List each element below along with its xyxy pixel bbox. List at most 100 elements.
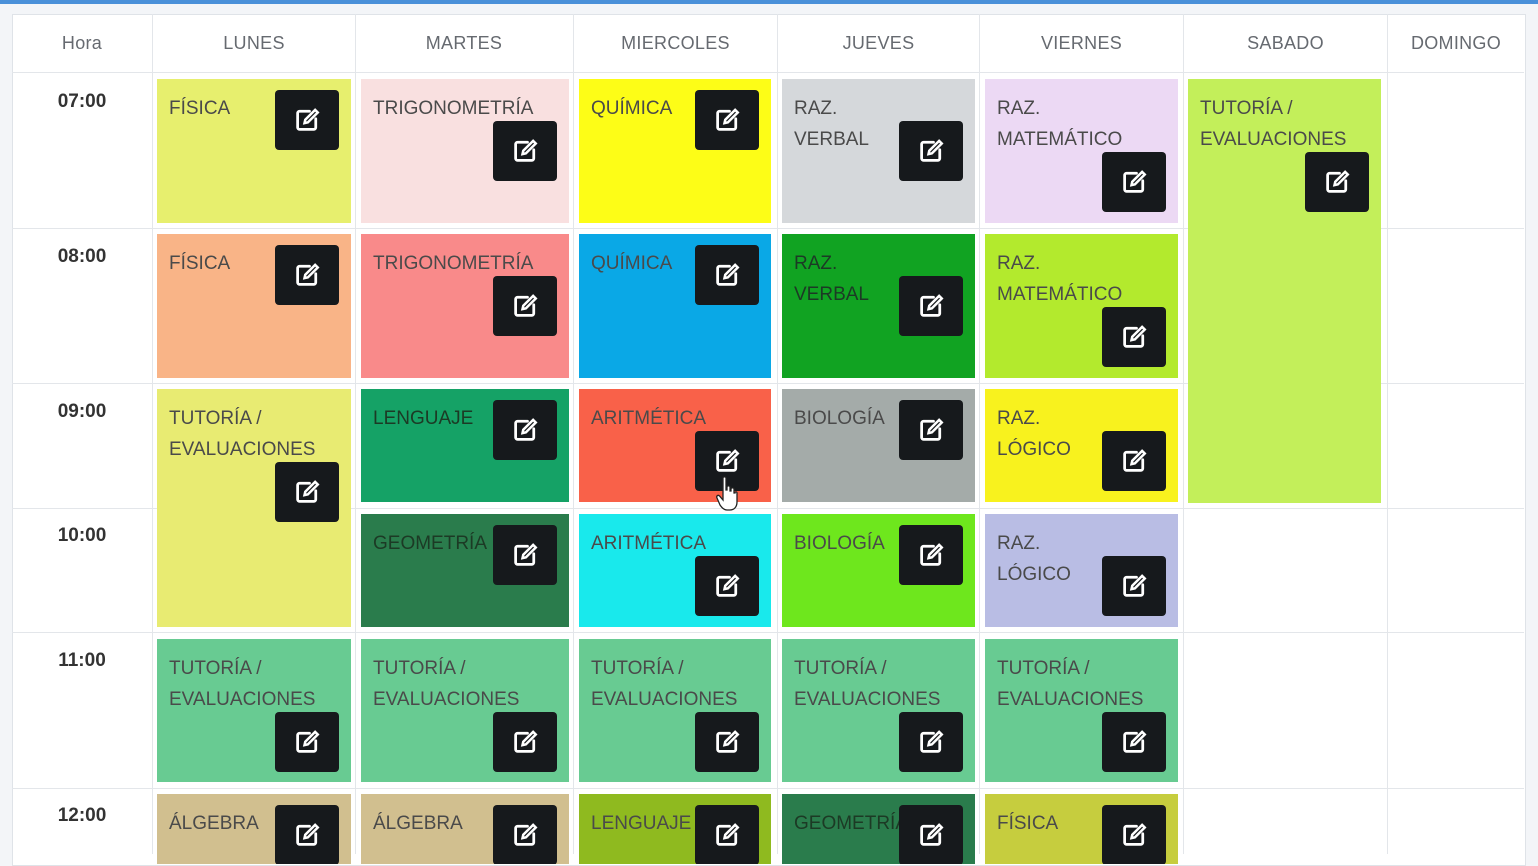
hour-label-0900: 09:00 [57, 401, 107, 422]
class-cell-miercoles-0700: QUÍMICA [579, 79, 771, 223]
edit-button[interactable] [1305, 152, 1369, 212]
subject-label: RAZ. LÓGICO [997, 533, 1071, 585]
edit-button[interactable] [275, 90, 339, 150]
hour-label-0700: 07:00 [57, 91, 107, 112]
edit-button[interactable] [695, 245, 759, 305]
edit-icon [510, 820, 540, 850]
edit-button[interactable] [1102, 805, 1166, 864]
header-lunes: LUNES [223, 32, 285, 53]
class-cell-martes-0900: LENGUAJE [361, 389, 569, 502]
edit-button[interactable] [275, 245, 339, 305]
edit-button[interactable] [493, 712, 557, 772]
class-cell-viernes-1200: FÍSICA [985, 794, 1178, 864]
subject-label: QUÍMICA [591, 98, 673, 119]
subject-label: TUTORÍA / EVALUACIONES [1200, 98, 1347, 150]
edit-button[interactable] [695, 556, 759, 616]
edit-button[interactable] [899, 525, 963, 585]
edit-icon [916, 727, 946, 757]
edit-button[interactable] [695, 805, 759, 864]
class-cell-viernes-0700: RAZ. MATEMÁTICO [985, 79, 1178, 223]
subject-label: RAZ. LÓGICO [997, 408, 1071, 460]
edit-button[interactable] [1102, 152, 1166, 212]
edit-button[interactable] [1102, 431, 1166, 491]
class-cell-martes-0700: TRIGONOMETRÍA [361, 79, 569, 223]
class-cell-martes-1200: ÁLGEBRA [361, 794, 569, 864]
edit-icon [510, 540, 540, 570]
subject-label: TUTORÍA / EVALUACIONES [591, 658, 738, 710]
edit-button[interactable] [695, 712, 759, 772]
subject-label: RAZ. VERBAL [794, 253, 869, 305]
edit-icon [510, 136, 540, 166]
hand-cursor-icon [716, 476, 738, 511]
edit-button[interactable] [1102, 712, 1166, 772]
hour-label-1000: 10:00 [57, 525, 107, 546]
edit-button[interactable] [493, 276, 557, 336]
edit-icon [510, 415, 540, 445]
edit-button[interactable] [899, 805, 963, 864]
class-cell-jueves-0900: BIOLOGÍA [782, 389, 975, 502]
edit-button[interactable] [493, 400, 557, 460]
edit-button[interactable] [695, 90, 759, 150]
edit-button[interactable] [493, 805, 557, 864]
edit-button[interactable] [1102, 307, 1166, 367]
edit-button[interactable] [275, 805, 339, 864]
class-cell-lunes-0700: FÍSICA [157, 79, 351, 223]
column-divider [777, 14, 778, 854]
edit-icon [292, 260, 322, 290]
edit-icon [712, 260, 742, 290]
class-cell-miercoles-1200: LENGUAJE [579, 794, 771, 864]
edit-icon [916, 820, 946, 850]
header-hora: Hora [61, 32, 103, 53]
subject-label: FÍSICA [169, 98, 231, 119]
class-cell-lunes-1100: TUTORÍA / EVALUACIONES [157, 639, 351, 782]
column-divider [573, 14, 574, 854]
edit-icon [1119, 820, 1149, 850]
edit-icon [1322, 167, 1352, 197]
edit-button[interactable] [275, 712, 339, 772]
edit-icon [1119, 727, 1149, 757]
subject-label: ÁLGEBRA [373, 813, 463, 834]
edit-button[interactable] [493, 525, 557, 585]
row-divider [12, 788, 1524, 789]
class-cell-jueves-1100: TUTORÍA / EVALUACIONES [782, 639, 975, 782]
class-cell-miercoles-0800: QUÍMICA [579, 234, 771, 378]
subject-label: TUTORÍA / EVALUACIONES [794, 658, 941, 710]
column-divider [979, 14, 980, 854]
header-miercoles: MIERCOLES [621, 32, 730, 53]
header-martes: MARTES [425, 32, 503, 53]
edit-button[interactable] [899, 712, 963, 772]
edit-icon [712, 727, 742, 757]
subject-label: RAZ. MATEMÁTICO [997, 253, 1123, 305]
subject-label: TUTORÍA / EVALUACIONES [169, 658, 316, 710]
edit-icon [1119, 571, 1149, 601]
edit-button[interactable] [899, 276, 963, 336]
column-divider [1387, 14, 1388, 854]
edit-button[interactable] [899, 121, 963, 181]
subject-label: ARITMÉTICA [591, 533, 707, 554]
hour-label-0800: 08:00 [57, 246, 107, 267]
header-domingo: DOMINGO [1410, 32, 1502, 53]
hour-label-1100: 11:00 [58, 650, 106, 671]
edit-button[interactable] [493, 121, 557, 181]
top-accent-bar [0, 0, 1538, 4]
class-cell-viernes-0900: RAZ. LÓGICO [985, 389, 1178, 502]
column-divider [355, 14, 356, 854]
edit-icon [1119, 322, 1149, 352]
class-cell-viernes-0800: RAZ. MATEMÁTICO [985, 234, 1178, 378]
subject-label: LENGUAJE [591, 813, 692, 834]
subject-label: TUTORÍA / EVALUACIONES [373, 658, 520, 710]
edit-icon [712, 820, 742, 850]
edit-button[interactable] [1102, 556, 1166, 616]
edit-icon [510, 727, 540, 757]
edit-button[interactable] [275, 462, 339, 522]
edit-button[interactable] [899, 400, 963, 460]
edit-icon [292, 727, 322, 757]
class-cell-miercoles-1100: TUTORÍA / EVALUACIONES [579, 639, 771, 782]
row-divider [12, 72, 1524, 73]
class-cell-martes-0800: TRIGONOMETRÍA [361, 234, 569, 378]
edit-icon [916, 136, 946, 166]
class-cell-viernes-1000: RAZ. LÓGICO [985, 514, 1178, 627]
edit-icon [916, 291, 946, 321]
subject-label: BIOLOGÍA [794, 408, 885, 429]
class-cell-viernes-1100: TUTORÍA / EVALUACIONES [985, 639, 1178, 782]
